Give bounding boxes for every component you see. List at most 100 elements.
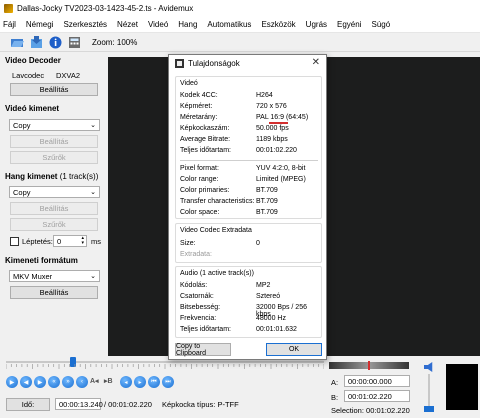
audio-settings-button[interactable]: Beállítás (10, 202, 98, 215)
prop-value: BT.709 (256, 187, 278, 194)
prop-value: 0 (256, 240, 260, 247)
shift-value: 0 (57, 236, 62, 246)
output-format-select[interactable]: MKV Muxer ⌄ (9, 270, 100, 282)
dialog-title-bar: Tulajdonságok (169, 55, 326, 72)
seek-track[interactable] (6, 361, 324, 363)
b-time-field[interactable]: 00:01:02.220 (344, 390, 410, 402)
prop-key: Color primaries: (180, 187, 230, 194)
menu-auto[interactable]: Automatikus (207, 20, 251, 29)
calculator-icon[interactable] (67, 35, 82, 50)
prop-key: Méretarány: (180, 114, 218, 121)
prop-key: Képméret: (180, 103, 213, 110)
play-icon[interactable]: ▶ (6, 376, 18, 388)
extradata-group: Video Codec Extradata Size: 0 Extradata: (175, 223, 322, 263)
audio-prop-row: Frekvencia: 48000 Hz (180, 315, 320, 322)
set-a-marker-icon[interactable]: A◂ (90, 377, 99, 385)
menu-help[interactable]: Súgó (371, 20, 390, 29)
shift-label: Léptetés: (22, 237, 53, 246)
save-file-icon[interactable] (29, 35, 44, 50)
video-group-title: Videó (180, 80, 198, 87)
forward-icon[interactable]: ▶ (34, 376, 46, 388)
audio-output-select[interactable]: Copy ⌄ (9, 186, 100, 198)
info-icon[interactable] (48, 35, 63, 50)
menu-go[interactable]: Ugrás (306, 20, 327, 29)
set-b-marker-icon[interactable]: ▸B (104, 377, 113, 385)
open-file-icon[interactable] (10, 35, 25, 50)
a-time-field[interactable]: 00:00:00.000 (344, 375, 410, 387)
video-prop-row: Kodek 4CC: H264 (180, 92, 320, 99)
video-prop-row: Average Bitrate: 1189 kbps (180, 136, 320, 143)
video-filters-button[interactable]: Szűrők (10, 151, 98, 164)
prop-key: Teljes időtartam: (180, 326, 231, 333)
total-time: / 00:01:02.220 (104, 400, 152, 409)
last-frame-icon[interactable]: ⏭ (162, 376, 174, 388)
audio-output-value: Copy (13, 187, 31, 197)
menu-view[interactable]: Nézet (117, 20, 138, 29)
dialog-title: Tulajdonságok (188, 59, 240, 68)
decoder-settings-button[interactable]: Beállítás (10, 83, 98, 96)
menu-audio[interactable]: Hang (178, 20, 197, 29)
divider (180, 160, 318, 161)
audio-output-title-text: Hang kimenet (5, 172, 58, 181)
audio-group: Audio (1 active track(s)) Kódolás: MP2 Cs… (175, 266, 322, 338)
audio-filters-button[interactable]: Szűrők (10, 218, 98, 231)
video-output-select[interactable]: Copy ⌄ (9, 119, 100, 131)
video-prop-row: Képkockaszám: 50.000 fps (180, 125, 320, 132)
audio-track-count: (1 track(s)) (59, 172, 99, 181)
prop-key: Extradata: (180, 251, 212, 258)
extradata-size-row: Size: 0 (180, 240, 320, 247)
next-keyframe-icon[interactable]: » (62, 376, 74, 388)
audio-group-title: Audio (1 active track(s)) (180, 270, 254, 277)
transport-panel: ▶ ◀ ▶ « » ‹ A◂ ▸B ◂ ▸ ⏮ ⏭ A: 00:00:00.00… (0, 356, 480, 418)
menu-tools[interactable]: Eszközök (261, 20, 295, 29)
time-label-button[interactable]: Idő: (6, 398, 50, 411)
prop-key: Csatornák: (180, 293, 214, 300)
video-settings-button[interactable]: Beállítás (10, 135, 98, 148)
output-format-value: MKV Muxer (13, 271, 53, 281)
menu-custom[interactable]: Egyéni (337, 20, 361, 29)
video-prop-row: Transfer characteristics: BT.709 (180, 198, 320, 205)
volume-icon[interactable] (424, 362, 433, 372)
shift-input[interactable]: 0 ▴ ▾ (53, 235, 87, 247)
format-settings-button[interactable]: Beállítás (10, 286, 98, 299)
prop-value: 00:01:01.632 (256, 326, 297, 333)
audio-prop-row: Teljes időtartam: 00:01:01.632 (180, 326, 320, 333)
prop-key: Kodek 4CC: (180, 92, 218, 99)
prev-keyframe-icon[interactable]: « (48, 376, 60, 388)
shift-checkbox[interactable] (10, 237, 19, 246)
prop-key: Average Bitrate: (180, 136, 231, 143)
menu-recent[interactable]: Némegi (26, 20, 54, 29)
spin-arrows-icon[interactable]: ▴ ▾ (81, 236, 84, 246)
prev-segment-icon[interactable]: ‹ (76, 376, 88, 388)
left-panel: Video Decoder Lavcodec DXVA2 Beállítás V… (0, 53, 107, 355)
video-output-value: Copy (13, 120, 31, 130)
a-label: A: (331, 378, 339, 387)
video-prop-row: Color space: BT.709 (180, 209, 320, 216)
prop-value: YUV 4:2:0, 8-bit (256, 165, 306, 172)
ok-button[interactable]: OK (266, 343, 322, 356)
menu-bar: Fájl Némegi Szerkesztés Nézet Videó Hang… (0, 16, 480, 33)
chevron-down-icon: ⌄ (90, 122, 96, 129)
menu-file[interactable]: Fájl (3, 20, 16, 29)
first-frame-icon[interactable]: ⏮ (148, 376, 160, 388)
rewind-icon[interactable]: ◀ (20, 376, 32, 388)
current-time-field[interactable]: 00:00:13.240 (55, 398, 103, 410)
close-icon[interactable]: ✕ (312, 57, 320, 68)
video-output-title: Videó kimenet (5, 104, 60, 113)
prop-key: Pixel format: (180, 165, 219, 172)
prop-value: 48000 Hz (256, 315, 286, 322)
video-decoder-title: Video Decoder (5, 56, 61, 65)
volume-handle[interactable] (424, 406, 434, 412)
prop-key: Size: (180, 240, 196, 247)
prop-value: BT.709 (256, 209, 278, 216)
audio-meter (446, 364, 478, 410)
frame-type: Képkocka típus: P-TFF (162, 400, 239, 409)
menu-video[interactable]: Videó (148, 20, 168, 29)
copy-to-clipboard-button[interactable]: Copy to Clipboard (175, 343, 231, 357)
b-time-value: 00:01:02.220 (348, 391, 392, 401)
prop-value: Sztereó (256, 293, 281, 300)
go-a-icon[interactable]: ◂ (120, 376, 132, 388)
menu-edit[interactable]: Szerkesztés (63, 20, 107, 29)
go-b-icon[interactable]: ▸ (134, 376, 146, 388)
video-prop-row: Méretarány: PAL 16:9 (64:45) (180, 114, 320, 121)
